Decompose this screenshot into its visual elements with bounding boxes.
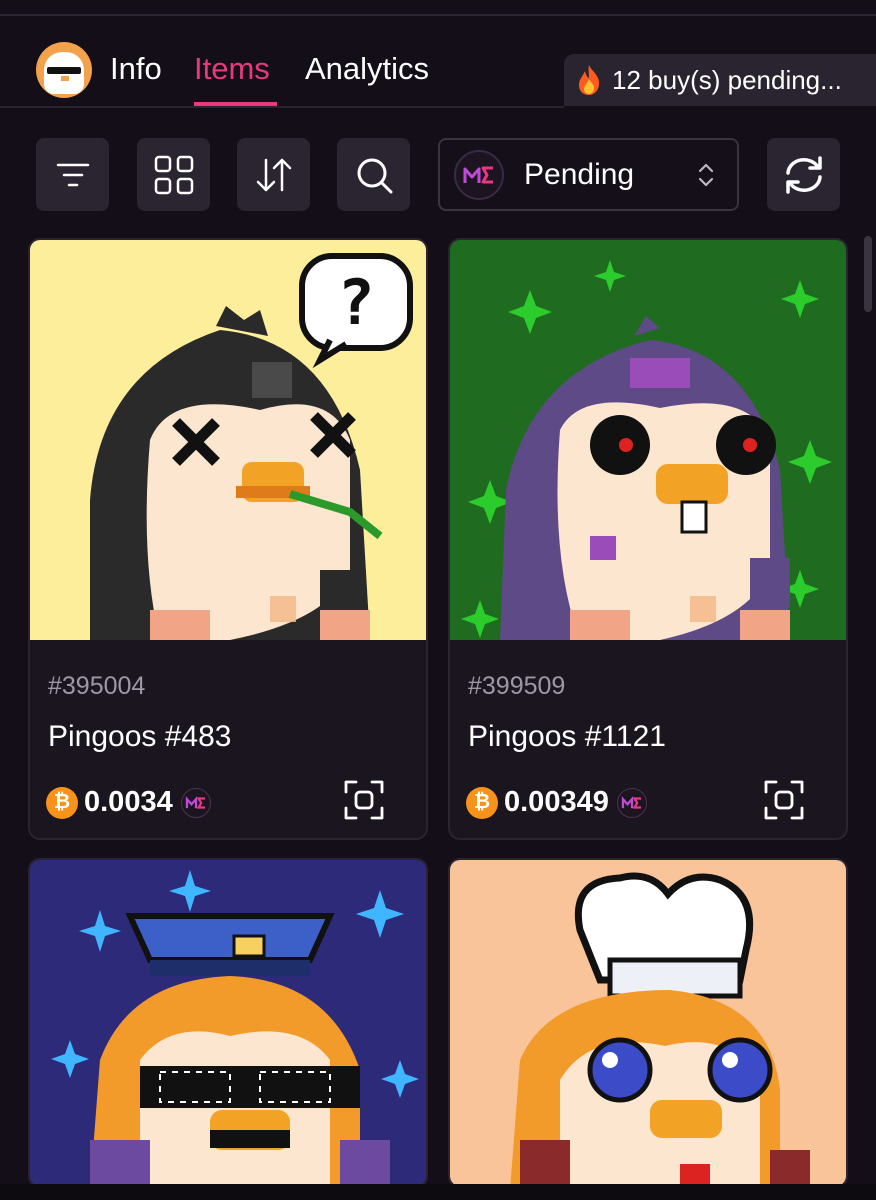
inscription-number: #395004 (48, 672, 146, 700)
sort-icon (256, 158, 291, 191)
tabbar-baseline (0, 106, 564, 108)
chevron-up-down-icon (698, 163, 714, 186)
magic-eden-icon (616, 787, 647, 818)
filter-icon (56, 163, 89, 186)
status-select[interactable]: Pending (438, 138, 739, 211)
item-price: 0.0034 (84, 786, 173, 818)
status-select-value: Pending (524, 157, 635, 191)
price-row: ₿ 0.00349 (466, 786, 647, 819)
pending-buys-text: 12 buy(s) pending... (612, 64, 842, 95)
nft-image (30, 860, 426, 1186)
filter-button[interactable] (36, 138, 109, 211)
grid-view-button[interactable] (137, 138, 210, 211)
scan-icon (344, 780, 384, 820)
tab-info[interactable]: Info (110, 50, 162, 88)
price-row: ₿ 0.0034 (46, 786, 211, 819)
nft-image (450, 860, 846, 1186)
bitcoin-icon: ₿ (466, 786, 498, 819)
pending-buys-badge[interactable]: 12 buy(s) pending... (564, 54, 876, 106)
collection-tabbar: Info Items Analytics 12 buy(s) pending..… (0, 16, 876, 110)
nft-image: ? (30, 240, 426, 640)
nft-card[interactable]: ? #395004 Pingoos #483 ₿ 0.0034 (28, 238, 428, 840)
refresh-icon (785, 155, 822, 194)
collection-avatar[interactable] (36, 42, 92, 98)
card-details: #395004 Pingoos #483 ₿ 0.0034 (30, 640, 426, 838)
tab-analytics[interactable]: Analytics (305, 50, 429, 88)
item-name: Pingoos #1121 (468, 720, 666, 753)
refresh-button[interactable] (767, 138, 840, 211)
nft-card[interactable] (28, 858, 428, 1188)
bottom-edge (0, 1184, 876, 1200)
search-button[interactable] (337, 138, 410, 211)
svg-text:?: ? (337, 266, 374, 339)
search-icon (357, 158, 392, 193)
active-tab-indicator (194, 102, 277, 106)
nft-image (450, 240, 846, 640)
scan-icon (764, 780, 804, 820)
grid-view-icon (154, 155, 193, 194)
scrollbar-thumb[interactable] (864, 236, 872, 312)
bitcoin-icon: ₿ (46, 786, 78, 819)
tab-items[interactable]: Items (194, 50, 270, 88)
inscription-number: #399509 (468, 672, 566, 700)
fire-icon (579, 65, 600, 95)
magic-eden-logo (454, 149, 504, 200)
magic-eden-icon (180, 787, 211, 818)
nft-card[interactable]: #399509 Pingoos #1121 ₿ 0.00349 (448, 238, 848, 840)
item-price: 0.00349 (504, 786, 609, 818)
nft-card[interactable] (448, 858, 848, 1188)
item-name: Pingoos #483 (48, 720, 232, 753)
sort-button[interactable] (237, 138, 310, 211)
quick-view-button[interactable] (342, 778, 386, 822)
quick-view-button[interactable] (762, 778, 806, 822)
card-details: #399509 Pingoos #1121 ₿ 0.00349 (450, 640, 846, 838)
